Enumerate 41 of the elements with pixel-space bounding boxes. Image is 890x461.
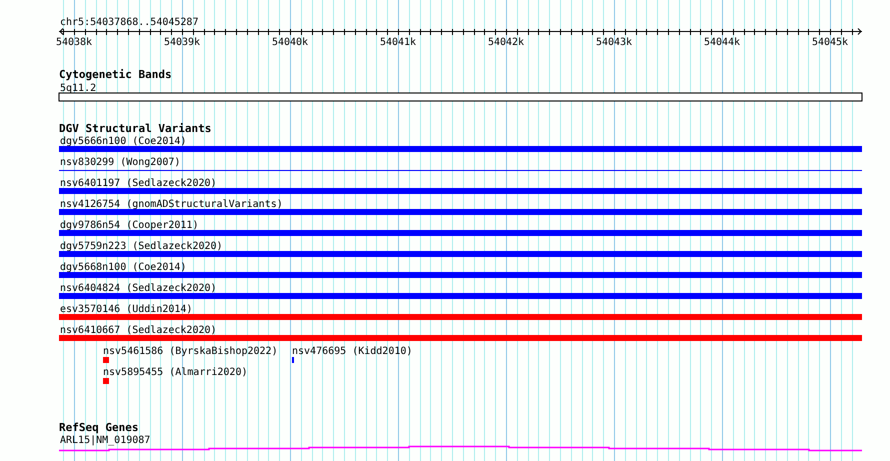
- variant-label: nsv6404824 (Sedlazeck2020): [60, 283, 217, 294]
- gene-model-line[interactable]: [59, 446, 862, 452]
- band-label: 5q11.2: [60, 83, 96, 94]
- variant-line[interactable]: [59, 170, 862, 171]
- variant-bar[interactable]: [59, 272, 862, 278]
- gene-label: ARL15|NM_019087: [60, 435, 150, 446]
- variant-label: nsv5895455 (Almarri2020): [103, 367, 248, 378]
- variant-label: nsv476695 (Kidd2010): [292, 346, 412, 357]
- variant-label: nsv4126754 (gnomADStructuralVariants): [60, 199, 283, 210]
- variant-bar[interactable]: [59, 146, 862, 152]
- variant-marker[interactable]: [103, 357, 109, 363]
- variant-label: esv3570146 (Uddin2014): [60, 304, 192, 315]
- tick-label: 54044k: [704, 37, 740, 48]
- track-title: RefSeq Genes: [59, 421, 138, 434]
- variant-bar[interactable]: [59, 335, 862, 341]
- variant-marker[interactable]: [292, 357, 294, 363]
- variant-bar[interactable]: [59, 230, 862, 236]
- tick-label: 54041k: [380, 37, 416, 48]
- variant-label: dgv5668n100 (Coe2014): [60, 262, 186, 273]
- variant-label: nsv6410667 (Sedlazeck2020): [60, 325, 217, 336]
- variant-marker[interactable]: [103, 378, 109, 384]
- track-title: Cytogenetic Bands: [59, 68, 172, 81]
- position-label: chr5:54037868..54045287: [60, 17, 198, 28]
- tick-label: 54040k: [272, 37, 308, 48]
- variant-bar[interactable]: [59, 209, 862, 215]
- tick-label: 54043k: [596, 37, 632, 48]
- variant-label: nsv5461586 (ByrskaBishop2022): [103, 346, 278, 357]
- variant-bar[interactable]: [59, 188, 862, 194]
- variant-bar[interactable]: [59, 251, 862, 257]
- variant-label: nsv830299 (Wong2007): [60, 157, 180, 168]
- variant-bar[interactable]: [59, 293, 862, 299]
- variant-label: nsv6401197 (Sedlazeck2020): [60, 178, 217, 189]
- variant-bar[interactable]: [59, 314, 862, 320]
- variant-label: dgv9786n54 (Cooper2011): [60, 220, 198, 231]
- tick-label: 54045k: [812, 37, 848, 48]
- track-title: DGV Structural Variants: [59, 122, 212, 135]
- tick-label: 54039k: [164, 37, 200, 48]
- variant-label: dgv5666n100 (Coe2014): [60, 136, 186, 147]
- tick-label: 54038k: [56, 37, 92, 48]
- tick-label: 54042k: [488, 37, 524, 48]
- variant-label: dgv5759n223 (Sedlazeck2020): [60, 241, 223, 252]
